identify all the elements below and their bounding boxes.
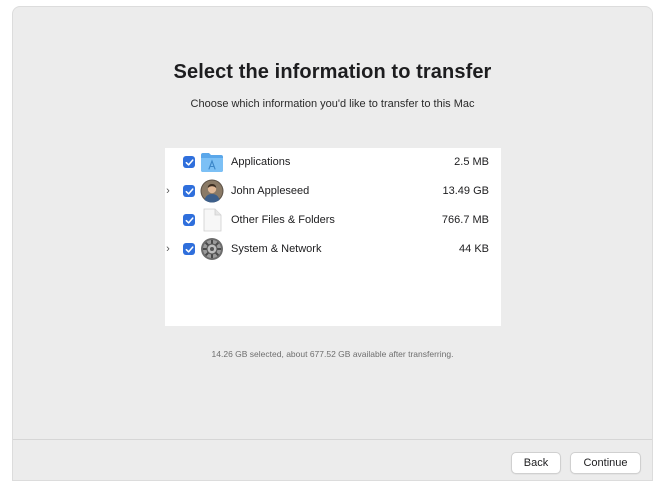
back-button[interactable]: Back	[511, 452, 561, 474]
checkmark-icon	[185, 216, 194, 224]
list-item-applications[interactable]: Applications 2.5 MB	[165, 148, 501, 177]
item-label: Applications	[231, 156, 291, 168]
migration-assistant-window: Select the information to transfer Choos…	[12, 6, 653, 481]
item-size: 44 KB	[459, 243, 489, 255]
list-item-user[interactable]: › John Appleseed 13.49 GB	[165, 177, 501, 206]
checkmark-icon	[185, 158, 194, 166]
document-icon	[200, 208, 224, 232]
item-size: 2.5 MB	[454, 156, 489, 168]
item-size: 766.7 MB	[441, 214, 489, 226]
transfer-items-list: Applications 2.5 MB › John Appleseed 13.…	[165, 148, 501, 326]
item-label: John Appleseed	[231, 185, 310, 197]
selection-status-text: 14.26 GB selected, about 677.52 GB avail…	[211, 349, 454, 359]
list-item-system-network[interactable]: › System & Network 44 KB	[165, 235, 501, 264]
system-preferences-icon	[200, 237, 224, 261]
continue-button[interactable]: Continue	[570, 452, 641, 474]
item-label: System & Network	[231, 243, 322, 255]
system-network-checkbox[interactable]	[183, 243, 195, 255]
checkmark-icon	[185, 245, 194, 253]
applications-checkbox[interactable]	[183, 156, 195, 168]
other-files-checkbox[interactable]	[183, 214, 195, 226]
page-title: Select the information to transfer	[173, 61, 492, 83]
footer-divider	[13, 439, 652, 440]
user-checkbox[interactable]	[183, 185, 195, 197]
item-label: Other Files & Folders	[231, 214, 335, 226]
item-size: 13.49 GB	[442, 185, 489, 197]
chevron-right-icon[interactable]: ›	[162, 184, 174, 198]
page-subtitle: Choose which information you'd like to t…	[190, 98, 475, 110]
chevron-right-icon[interactable]: ›	[162, 242, 174, 256]
applications-folder-icon	[200, 150, 224, 174]
user-avatar-icon	[200, 179, 224, 203]
list-item-other-files[interactable]: Other Files & Folders 766.7 MB	[165, 206, 501, 235]
checkmark-icon	[185, 187, 194, 195]
